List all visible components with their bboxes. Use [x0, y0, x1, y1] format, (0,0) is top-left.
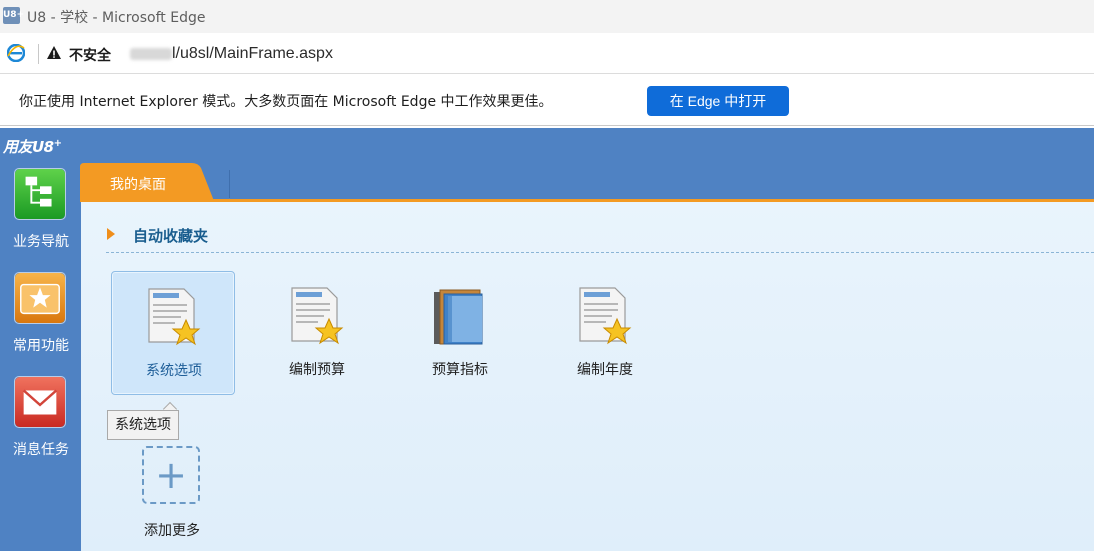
tooltip: 系统选项 — [107, 410, 179, 440]
tab-divider — [229, 170, 230, 198]
ie-mode-message: 你正使用 Internet Explorer 模式。大多数页面在 Microso… — [19, 94, 553, 110]
yonyou-u8-logo: 用友U8+ — [3, 136, 62, 157]
nav-label: 常用功能 — [13, 338, 69, 354]
redacted-host — [130, 48, 172, 60]
nav-item-favorite-functions[interactable]: 常用功能 — [5, 265, 77, 360]
section-divider — [106, 252, 1094, 253]
ie-mode-infobar: 你正使用 Internet Explorer 模式。大多数页面在 Microso… — [0, 75, 1094, 126]
add-more-button[interactable]: + — [142, 446, 200, 504]
left-navigation: 业务导航 常用功能 消息任务 — [0, 161, 80, 551]
tab-strip: 我的桌面 — [80, 163, 1094, 202]
window-title: U8 - 学校 - Microsoft Edge — [27, 10, 206, 26]
nav-label: 消息任务 — [13, 442, 69, 458]
security-status-label[interactable]: 不安全 — [69, 45, 111, 65]
u8-app-icon: U8+ — [3, 7, 24, 24]
warning-icon[interactable] — [46, 45, 62, 61]
logo-plus: + — [53, 138, 62, 149]
url-text[interactable]: l/u8sl/MainFrame.aspx — [172, 45, 333, 63]
nav-item-business-navigation[interactable]: 业务导航 — [5, 161, 77, 256]
ie-mode-icon[interactable] — [7, 44, 25, 62]
tab-label: 我的桌面 — [110, 177, 166, 193]
logo-text: 用友U8 — [3, 138, 54, 156]
favorite-label: 预算指标 — [432, 362, 488, 378]
favorite-label: 编制年度 — [577, 362, 633, 378]
window-title-bar: U8+ U8 - 学校 - Microsoft Edge — [0, 0, 1094, 33]
nav-label: 业务导航 — [13, 234, 69, 250]
favorite-system-options[interactable]: 系统选项 — [111, 271, 235, 395]
tab-my-desktop[interactable]: 我的桌面 — [80, 163, 214, 201]
add-more-label[interactable]: 添加更多 — [128, 520, 216, 540]
favorite-label: 系统选项 — [146, 363, 202, 379]
nav-item-message-tasks[interactable]: 消息任务 — [5, 369, 77, 464]
address-bar[interactable]: 不安全 l/u8sl/MainFrame.aspx — [0, 33, 1094, 74]
favorite-annual-preparation[interactable]: 编制年度 — [543, 271, 667, 395]
section-arrow-icon — [107, 228, 115, 240]
plus-icon: + — [155, 453, 187, 497]
books-icon — [434, 289, 483, 345]
favorite-label: 编制预算 — [289, 362, 345, 378]
favorite-functions-icon — [14, 272, 66, 324]
open-in-edge-button[interactable]: 在 Edge 中打开 — [647, 86, 789, 116]
favorite-budget-indicators[interactable]: 预算指标 — [398, 271, 522, 395]
document-star-icon — [291, 287, 344, 345]
document-star-icon — [148, 288, 201, 346]
document-star-icon — [579, 287, 632, 345]
section-title: 自动收藏夹 — [133, 227, 209, 245]
business-navigation-icon — [14, 168, 66, 220]
message-task-icon — [14, 376, 66, 428]
favorite-budget-preparation[interactable]: 编制预算 — [255, 271, 379, 395]
address-separator — [38, 44, 39, 64]
